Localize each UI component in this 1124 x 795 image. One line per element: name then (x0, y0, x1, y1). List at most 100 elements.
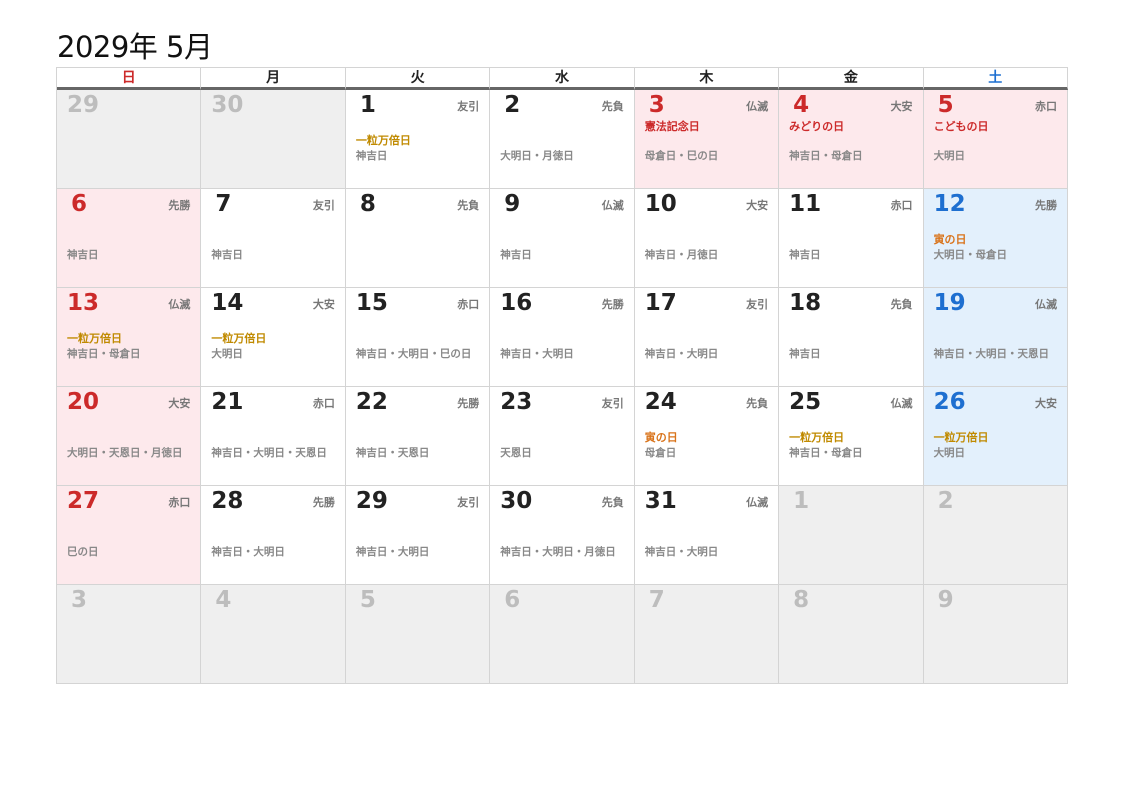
rokuyo-label: 仏滅 (168, 298, 191, 311)
day-cell[interactable]: 5 赤口 こどもの日 大明日 (923, 90, 1068, 189)
day-number: 17 (644, 290, 677, 316)
rokuyo-label: 先勝 (312, 496, 335, 509)
day-cell[interactable]: 2 先負 大明日・月徳日 (490, 90, 635, 189)
day-number: 4 (215, 587, 232, 613)
day-cell[interactable]: 7 (634, 585, 780, 684)
day-number: 5 (937, 92, 954, 118)
day-cell[interactable]: 30 (201, 90, 346, 189)
day-number: 26 (933, 389, 966, 415)
kichijitsu-notes: 神吉日・大明日・天恩日 (211, 447, 327, 459)
day-cell[interactable]: 29 (57, 90, 202, 189)
day-cell[interactable]: 9 仏滅 神吉日 (490, 189, 635, 288)
day-cell[interactable]: 4 大安 みどりの日 神吉日・母倉日 (779, 90, 924, 189)
day-cell[interactable]: 18 先負 神吉日 (779, 288, 924, 387)
rokuyo-label: 先勝 (168, 199, 191, 212)
day-number: 24 (644, 389, 677, 415)
weekday-header-thu: 木 (634, 67, 780, 90)
day-cell[interactable]: 23 友引 天恩日 (490, 387, 635, 486)
day-cell[interactable]: 4 (201, 585, 346, 684)
day-cell[interactable]: 10 大安 神吉日・月徳日 (634, 189, 780, 288)
kichijitsu-notes: 神吉日・大明日 (500, 348, 574, 360)
kichijitsu-notes: 神吉日 (67, 249, 99, 261)
day-number: 30 (500, 488, 533, 514)
kichijitsu-notes: 神吉日・大明日・月徳日 (500, 546, 616, 558)
day-cell[interactable]: 31 仏滅 神吉日・大明日 (634, 486, 780, 585)
kichijitsu-notes: 神吉日・月徳日 (644, 249, 719, 261)
day-number: 8 (359, 191, 376, 217)
day-number: 21 (211, 389, 244, 415)
kichijitsu-notes: 神吉日・母倉日 (67, 348, 141, 360)
day-cell[interactable]: 14 大安 一粒万倍日 大明日 (201, 288, 346, 387)
kichijitsu-notes: 神吉日 (789, 249, 821, 261)
rokuyo-label: 仏滅 (1035, 298, 1057, 311)
day-cell[interactable]: 19 仏滅 神吉日・大明日・天恩日 (923, 288, 1068, 387)
day-cell[interactable]: 24 先負 寅の日 母倉日 (634, 387, 780, 486)
kichijitsu-notes: 大明日 (211, 348, 243, 360)
day-number: 20 (67, 389, 100, 415)
weekday-header-fri: 金 (779, 67, 924, 90)
day-number: 5 (359, 587, 376, 613)
day-cell[interactable]: 20 大安 大明日・天恩日・月徳日 (57, 387, 202, 486)
day-cell[interactable]: 6 (490, 585, 635, 684)
rokuyo-label: 先負 (457, 199, 480, 212)
day-number: 31 (644, 488, 677, 514)
rokuyo-label: 先負 (746, 397, 769, 410)
kichijitsu-notes: 神吉日・大明日 (644, 546, 719, 558)
day-cell[interactable]: 26 大安 一粒万倍日 大明日 (923, 387, 1068, 486)
day-cell[interactable]: 1 友引 一粒万倍日 神吉日 (345, 90, 491, 189)
month-calendar-grid: 日 月 火 水 木 金 土 29 30 1 友引 一粒万倍日 神吉日 2 先負 大明日・月徳日 3… (56, 67, 1068, 684)
day-cell[interactable]: 17 友引 神吉日・大明日 (634, 288, 780, 387)
rokuyo-label: 友引 (746, 298, 769, 311)
day-cell[interactable]: 21 赤口 神吉日・大明日・天恩日 (201, 387, 346, 486)
day-cell[interactable]: 25 仏滅 一粒万倍日 神吉日・母倉日 (779, 387, 924, 486)
day-number: 14 (211, 290, 244, 316)
holiday-name: 憲法記念日 (644, 120, 700, 133)
day-cell[interactable]: 15 赤口 神吉日・大明日・巳の日 (345, 288, 491, 387)
rokuyo-label: 大安 (312, 298, 335, 311)
day-cell[interactable]: 8 (779, 585, 924, 684)
day-number: 1 (359, 92, 376, 118)
day-cell[interactable]: 29 友引 神吉日・大明日 (345, 486, 491, 585)
day-number: 4 (793, 92, 810, 118)
day-cell[interactable]: 16 先勝 神吉日・大明日 (490, 288, 635, 387)
weekday-header-wed: 水 (490, 67, 635, 90)
kichijitsu-notes: 神吉日・母倉日 (789, 447, 863, 459)
day-cell[interactable]: 3 仏滅 憲法記念日 母倉日・巳の日 (634, 90, 780, 189)
rokuyo-label: 先勝 (601, 298, 624, 311)
day-cell[interactable]: 22 先勝 神吉日・天恩日 (345, 387, 491, 486)
day-cell[interactable]: 1 (779, 486, 924, 585)
kichijitsu-notes: 神吉日 (500, 249, 532, 261)
day-cell[interactable]: 6 先勝神吉日 (57, 189, 202, 288)
kichijitsu-notes: 神吉日・母倉日 (789, 150, 863, 162)
day-cell[interactable]: 7 友引 神吉日 (201, 189, 346, 288)
kichijitsu-notes: 大明日・月徳日 (500, 150, 574, 162)
kichijitsu-notes: 神吉日・大明日 (211, 546, 285, 558)
holiday-name: こどもの日 (933, 120, 989, 133)
lucky-day-label: 一粒万倍日 (67, 332, 122, 345)
kichijitsu-notes: 神吉日・大明日 (355, 546, 430, 558)
weekday-header-sat: 土 (923, 67, 1068, 90)
day-cell[interactable]: 2 (923, 486, 1068, 585)
day-cell[interactable]: 28 先勝 神吉日・大明日 (201, 486, 346, 585)
day-cell[interactable]: 11 赤口 神吉日 (779, 189, 924, 288)
lucky-day-label: 寅の日 (644, 431, 678, 444)
rokuyo-label: 友引 (312, 199, 335, 212)
day-number: 9 (504, 191, 521, 217)
day-cell[interactable]: 27 赤口 巳の日 (57, 486, 202, 585)
day-number: 6 (504, 587, 521, 613)
day-cell[interactable]: 9 (923, 585, 1068, 684)
rokuyo-label: 赤口 (890, 199, 913, 212)
day-cell[interactable]: 30 先負 神吉日・大明日・月徳日 (490, 486, 635, 585)
day-cell[interactable]: 3 (57, 585, 202, 684)
lucky-day-label: 一粒万倍日 (933, 431, 989, 444)
kichijitsu-notes: 巳の日 (67, 546, 99, 558)
day-cell[interactable]: 13 仏滅 一粒万倍日 神吉日・母倉日 (57, 288, 202, 387)
day-cell[interactable]: 12 先勝 寅の日 大明日・母倉日 (923, 189, 1068, 288)
day-cell[interactable]: 5 (345, 585, 491, 684)
day-cell[interactable]: 8 先負 (345, 189, 491, 288)
calendar-title: 2029年 5月 (57, 30, 213, 64)
day-number: 25 (789, 389, 822, 415)
day-number: 6 (71, 191, 88, 217)
day-number: 3 (648, 92, 665, 118)
lucky-day-label: 一粒万倍日 (355, 134, 411, 147)
